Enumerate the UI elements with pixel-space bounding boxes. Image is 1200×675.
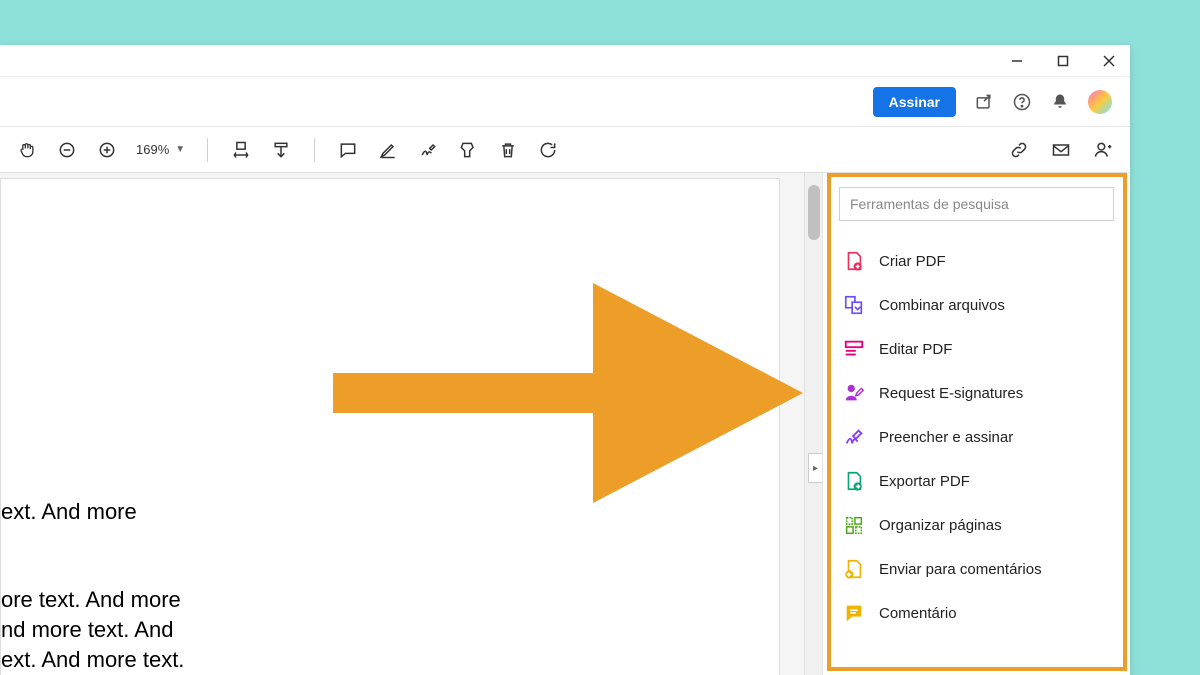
tool-edit-pdf[interactable]: Editar PDF [839, 327, 1114, 371]
avatar[interactable] [1088, 90, 1112, 114]
stamp-icon[interactable] [457, 139, 479, 161]
hand-tool-icon[interactable] [16, 139, 38, 161]
minimize-button[interactable] [1008, 52, 1026, 70]
tool-comment[interactable]: Comentário [839, 591, 1114, 635]
create-pdf-icon [843, 250, 865, 272]
zoom-value: 169% [136, 142, 169, 157]
window-controls [0, 45, 1130, 77]
fit-width-icon[interactable] [230, 139, 252, 161]
doc-text-line: ext. And more [1, 497, 137, 527]
panel-collapse-toggle[interactable]: ▸ [808, 453, 822, 483]
tool-fill-sign[interactable]: Preencher e assinar [839, 415, 1114, 459]
tool-combine-files[interactable]: Combinar arquivos [839, 283, 1114, 327]
tools-search-input[interactable] [839, 187, 1114, 221]
tools-panel: Criar PDF Combinar arquivos Editar PDF [822, 173, 1130, 675]
link-icon[interactable] [1008, 139, 1030, 161]
tool-label: Criar PDF [879, 253, 946, 270]
tool-list: Criar PDF Combinar arquivos Editar PDF [839, 239, 1114, 635]
rotate-icon[interactable] [537, 139, 559, 161]
tool-send-comments[interactable]: Enviar para comentários [839, 547, 1114, 591]
scroll-thumb[interactable] [808, 185, 820, 240]
fill-sign-icon [843, 426, 865, 448]
tool-label: Editar PDF [879, 341, 952, 358]
zoom-dropdown[interactable]: 169% ▼ [136, 142, 185, 157]
comment-icon[interactable] [337, 139, 359, 161]
doc-text-line: nd more text. And [1, 615, 173, 645]
document-pane[interactable]: ext. And more ore text. And more nd more… [0, 173, 822, 675]
toolbar: 169% ▼ [0, 127, 1130, 173]
add-person-icon[interactable] [1092, 139, 1114, 161]
scrollbar[interactable] [804, 173, 822, 675]
combine-files-icon [843, 294, 865, 316]
doc-text-line: ore text. And more [1, 585, 181, 615]
tool-label: Enviar para comentários [879, 561, 1042, 578]
tool-label: Combinar arquivos [879, 297, 1005, 314]
tool-label: Organizar páginas [879, 517, 1002, 534]
organize-pages-icon [843, 514, 865, 536]
tool-label: Comentário [879, 605, 957, 622]
edit-pdf-icon [843, 338, 865, 360]
export-pdf-icon [843, 470, 865, 492]
separator [207, 138, 208, 162]
close-button[interactable] [1100, 52, 1118, 70]
sign-button[interactable]: Assinar [873, 87, 956, 117]
highlight-icon[interactable] [377, 139, 399, 161]
tool-label: Exportar PDF [879, 473, 970, 490]
tool-organize-pages[interactable]: Organizar páginas [839, 503, 1114, 547]
request-sign-icon [843, 382, 865, 404]
app-window: Assinar 169% ▼ [0, 45, 1130, 675]
chevron-down-icon: ▼ [175, 144, 185, 155]
maximize-button[interactable] [1054, 52, 1072, 70]
tool-label: Preencher e assinar [879, 429, 1013, 446]
page-view-icon[interactable] [270, 139, 292, 161]
top-bar: Assinar [0, 77, 1130, 127]
body-area: ext. And more ore text. And more nd more… [0, 173, 1130, 675]
comment-tool-icon [843, 602, 865, 624]
sign-tool-icon[interactable] [417, 139, 439, 161]
zoom-out-icon[interactable] [56, 139, 78, 161]
send-comments-icon [843, 558, 865, 580]
bell-icon[interactable] [1050, 92, 1070, 112]
share-icon[interactable] [974, 92, 994, 112]
separator [314, 138, 315, 162]
tool-label: Request E-signatures [879, 385, 1023, 402]
tool-export-pdf[interactable]: Exportar PDF [839, 459, 1114, 503]
delete-icon[interactable] [497, 139, 519, 161]
tool-create-pdf[interactable]: Criar PDF [839, 239, 1114, 283]
doc-text-line: ext. And more text. [1, 645, 184, 675]
help-icon[interactable] [1012, 92, 1032, 112]
tool-request-esignatures[interactable]: Request E-signatures [839, 371, 1114, 415]
document-page: ext. And more ore text. And more nd more… [0, 178, 780, 675]
zoom-in-icon[interactable] [96, 139, 118, 161]
email-icon[interactable] [1050, 139, 1072, 161]
